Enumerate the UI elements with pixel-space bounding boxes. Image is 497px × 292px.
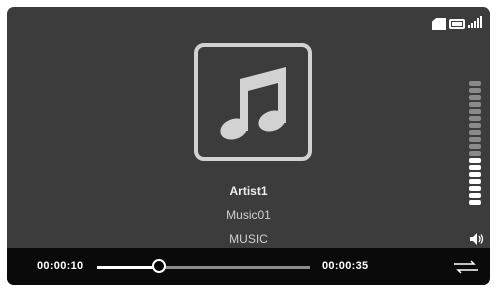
music-player-screen: Artist1 Music01 MUSIC 00:00:10 00:00:35 — [7, 7, 490, 285]
volume-segment — [469, 102, 481, 107]
volume-segment — [469, 158, 481, 163]
seek-bar-thumb[interactable] — [151, 259, 166, 273]
signal-icon — [468, 15, 482, 33]
volume-segment — [469, 172, 481, 177]
playback-bar: 00:00:10 00:00:35 — [7, 248, 490, 285]
volume-segment — [469, 179, 481, 184]
volume-segment — [469, 200, 481, 205]
volume-segment — [469, 137, 481, 142]
volume-segment — [469, 165, 481, 170]
artist-name: Artist1 — [229, 184, 268, 198]
track-title: Music01 — [226, 208, 271, 222]
total-time: 00:00:35 — [322, 260, 369, 272]
volume-segment — [469, 144, 481, 149]
album-name: MUSIC — [229, 232, 268, 246]
volume-segment — [469, 186, 481, 191]
seek-bar[interactable] — [97, 259, 310, 273]
volume-segment — [469, 130, 481, 135]
album-art — [194, 43, 312, 161]
status-bar — [432, 15, 482, 33]
music-note-icon — [220, 67, 286, 140]
volume-segment — [469, 116, 481, 121]
elapsed-time: 00:00:10 — [37, 260, 84, 272]
repeat-menu-icon[interactable] — [454, 260, 478, 279]
volume-segment — [469, 109, 481, 114]
battery-icon — [449, 19, 465, 29]
seek-bar-fill — [97, 266, 159, 269]
volume-segment — [469, 123, 481, 128]
sd-card-icon — [432, 18, 446, 30]
volume-slider[interactable] — [468, 81, 482, 207]
volume-segment — [469, 151, 481, 156]
volume-segment — [469, 193, 481, 198]
volume-segment — [469, 81, 481, 86]
volume-segment — [469, 95, 481, 100]
volume-segment — [469, 88, 481, 93]
